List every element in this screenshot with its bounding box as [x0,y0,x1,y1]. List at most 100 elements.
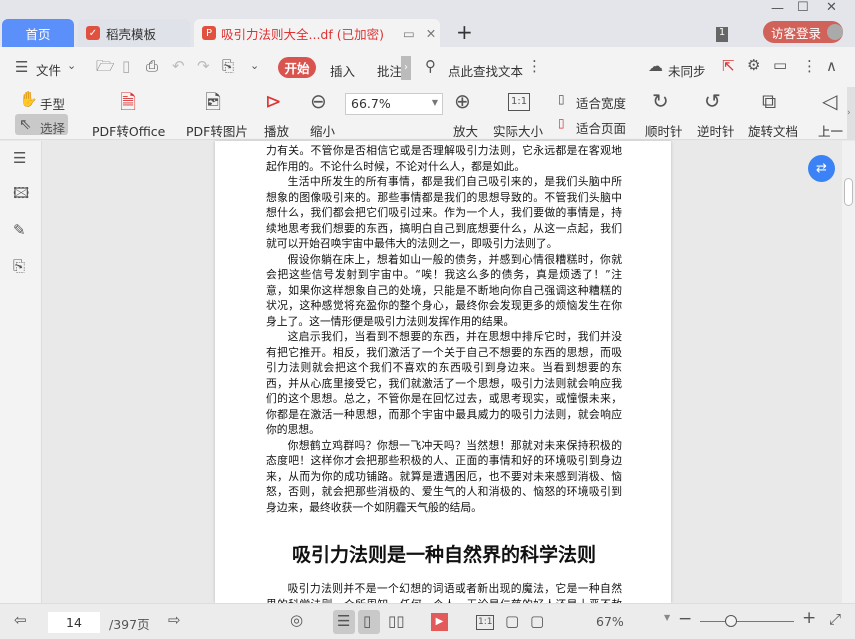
rotate-counterclockwise-icon: ↺ [704,89,721,113]
next-page-arrow-icon[interactable]: ⇨ [168,613,181,628]
pdf-to-image-button[interactable]: PDF转图片 [186,121,248,140]
tab-label: 稻壳模板 [106,26,157,42]
title-bar: 首页 ✓ 稻壳模板 P 吸引力法则大全...df (已加密) ▭ ✕ + 1 访客登录 … [0,0,855,47]
zoom-dropdown-icon[interactable]: ▼ [664,614,670,622]
share-icon[interactable]: ⇱ [722,59,735,74]
play-button[interactable]: 播放 [264,121,289,140]
vertical-scrollbar[interactable] [842,141,855,603]
floating-convert-button[interactable]: ⇄ [808,155,835,182]
page-content: 力有关。不管你是否相信它或是否理解吸引力法则，它永远都是在客观地起作用的。不论什… [266,143,622,603]
zoom-slider[interactable] [700,621,794,622]
menu-toolbar: ☰ 文件 ⌄ 🗁 ▯ ⎙ ↶ ↷ ⎘ ⌄ 开始 插入 批注 › ⚲ 点此查找文本… [0,47,855,87]
paragraph: 生活中所发生的所有事情，都是我们自己吸引来的，是我们头脑中所想象的图像吸引来的。… [266,175,622,250]
previous-page-arrow-icon[interactable]: ⇦ [14,613,27,628]
rotate-clockwise-button[interactable]: 顺时针 [645,121,683,140]
fit-width-icon[interactable]: ▢ [530,614,544,629]
paragraph: 假设你躺在床上，想着如山一般的债务，并感到心情很糟糕时，你就会把这些信号发射到宇… [266,252,622,328]
tab-label: 开始 [284,61,310,76]
total-pages: /397页 [109,617,150,632]
select-label: 选择 [40,121,66,136]
search-icon[interactable]: ⚲ [425,59,436,74]
search-input[interactable]: 点此查找文本 [448,61,523,80]
new-tab-icon[interactable]: + [456,22,473,42]
two-page-icon[interactable]: ▯▯ [388,614,405,629]
rotate-counterclockwise-button[interactable]: 逆时针 [697,121,735,140]
tab-document[interactable]: P 吸引力法则大全...df (已加密) ▭ ✕ [194,19,440,47]
window-count-badge[interactable]: 1 [716,27,728,42]
fullscreen-icon[interactable]: ⤢ [829,612,841,627]
maximize-icon[interactable]: ☐ [797,1,809,14]
zoom-select[interactable]: 66.7% ▼ [345,93,443,115]
pdf-to-office-icon: 🗎 [120,90,137,114]
ribbon-scroll-right[interactable]: › [847,87,855,140]
pdf-to-office-button[interactable]: PDF转Office [92,121,165,140]
tab-home[interactable]: 首页 [2,19,74,47]
more-options-icon[interactable]: ⋮ [802,59,817,74]
tab-label: 吸引力法则大全...df (已加密) [221,26,384,42]
chevron-down-icon[interactable]: ⌄ [67,60,76,71]
bookmark-icon[interactable]: ⎘ [13,259,25,274]
avatar-icon [827,24,843,40]
tab-annotate[interactable]: 批注 [377,61,402,80]
minimize-icon[interactable]: — [771,2,784,15]
fit-width-button[interactable]: 适合宽度 [576,93,626,112]
redo-icon[interactable]: ↷ [197,59,210,74]
zoom-in-button[interactable]: 放大 [453,121,478,140]
zoom-level: 67% [596,614,624,629]
tab-insert[interactable]: 插入 [330,61,355,80]
actual-size-icon: 1:1 [508,93,531,111]
scrollbar-thumb[interactable] [844,178,853,206]
undo-icon[interactable]: ↶ [172,59,185,74]
open-icon[interactable]: 🗁 [96,59,115,74]
zoom-out-icon[interactable]: ⊖ [310,91,327,111]
zoom-in-icon[interactable]: ⊕ [454,91,471,111]
status-bar: ⇦ 14 /397页 ⇨ ◎ ☰ ▯ ▯▯ ▶ 1:1 ▢ ▢ 67% ▼ − … [0,603,855,639]
page-number-input[interactable]: 14 [48,612,100,633]
save-icon[interactable]: ▯ [122,59,130,74]
export-icon[interactable]: ⎘ [222,59,234,74]
hand-icon: ✋ [19,90,38,108]
paragraph: 吸引力法则并不是一个幻想的词语或者新出现的魔法，它是一种自然界的科学法则。众所周… [266,582,622,603]
rotate-clockwise-icon: ↻ [652,89,669,113]
tab-start[interactable]: 开始 [278,57,316,78]
pdf-icon: P [202,26,216,40]
rotate-document-icon: ⧉ [762,89,777,113]
eye-protection-icon[interactable]: ◎ [290,613,303,628]
fit-page-button[interactable]: 适合页面 [576,118,626,137]
zoom-out-icon[interactable]: − [678,611,692,628]
cloud-icon: ☁ [648,57,663,75]
outline-icon[interactable]: ☰ [13,151,26,166]
play-slideshow-icon[interactable]: ▶ [431,613,448,631]
actual-size-button[interactable]: 实际大小 [493,121,543,140]
collapse-icon[interactable]: ∧ [826,59,837,74]
feedback-icon[interactable]: ▭ [773,58,787,73]
rotate-document-button[interactable]: 旋转文档 [748,121,798,140]
close-tab-icon[interactable]: ✕ [426,26,436,41]
hand-tool[interactable]: 手型 [40,94,65,113]
more-dropdown-icon[interactable]: ⌄ [250,60,259,71]
pin-icon[interactable]: ▭ [403,26,415,41]
settings-icon[interactable]: ⚙ [747,58,760,73]
thumbnail-icon[interactable]: 🖾 [13,186,29,201]
fit-page-icon[interactable]: ▢ [505,614,519,629]
annotation-icon[interactable]: ✎ [13,223,26,238]
zoom-in-icon[interactable]: + [802,610,816,627]
tab-template[interactable]: ✓ 稻壳模板 [78,19,190,47]
close-window-icon[interactable]: ✕ [826,1,837,14]
sync-status[interactable]: 未同步 [668,61,706,80]
login-button[interactable]: 访客登录 [763,21,843,43]
previous-page-icon: ◁ [822,89,838,113]
zoom-slider-handle[interactable] [725,615,737,627]
actual-size-icon[interactable]: 1:1 [476,615,495,630]
previous-page-button[interactable]: 上一 [818,121,843,140]
more-icon[interactable]: ⋮ [527,59,542,74]
section-heading: 吸引力法则是一种自然界的科学法则 [291,544,596,566]
zoom-out-button[interactable]: 缩小 [310,121,335,140]
print-icon[interactable]: ⎙ [146,59,158,74]
docer-logo-icon: ✓ [86,26,100,40]
fit-width-icon: ▯ [558,92,565,106]
paragraph: 这启示我们，当看到不想要的东西，并在思想中排斥它时，我们并没有把它推开。相反，我… [266,330,622,436]
file-menu[interactable]: 文件 [36,60,61,79]
scroll-tabs-right[interactable]: › [401,56,411,80]
menu-icon[interactable]: ☰ [15,60,28,75]
